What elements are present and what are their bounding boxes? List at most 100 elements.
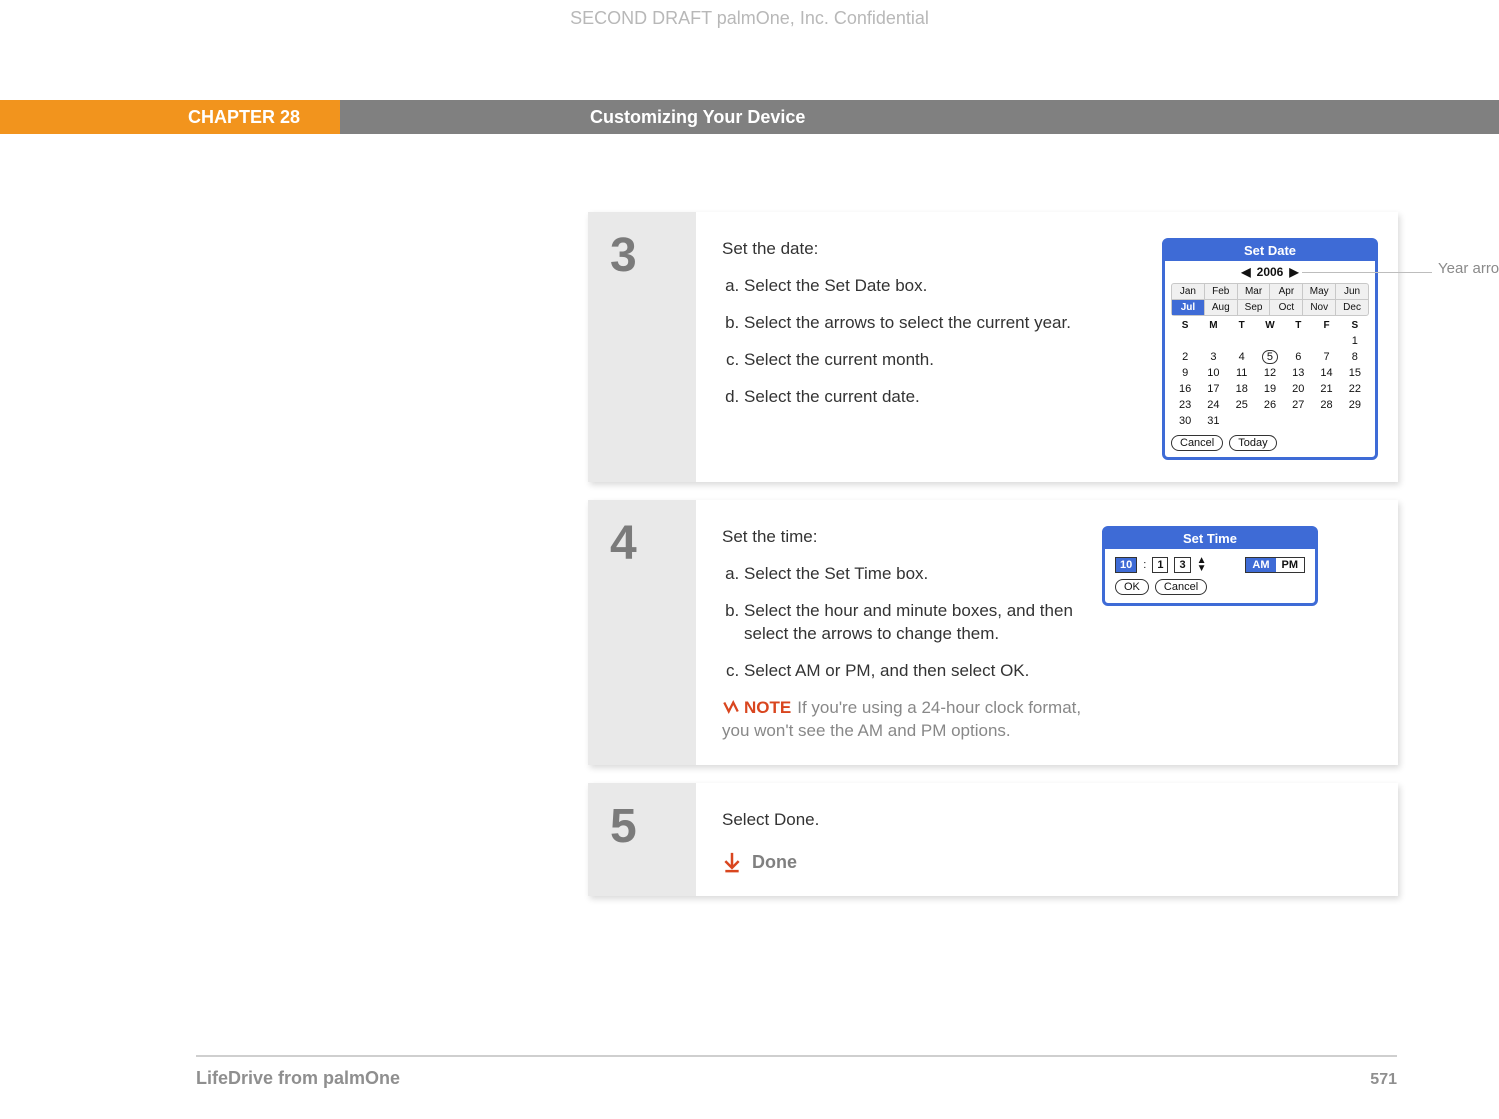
- step-heading: Select Done.: [722, 809, 1378, 832]
- month-grid: Jan Feb Mar Apr May Jun Jul Aug Sep Oct: [1171, 283, 1369, 316]
- am-segment[interactable]: AM: [1246, 558, 1275, 572]
- substep: Select the Set Date box.: [744, 275, 1142, 298]
- step-number: 4: [610, 520, 696, 568]
- day-cell: [1256, 333, 1284, 349]
- day-cell[interactable]: 16: [1171, 381, 1199, 397]
- day-cell[interactable]: 2: [1171, 349, 1199, 365]
- step-4: 4 Set the time: Select the Set Time box.…: [588, 500, 1398, 765]
- dow-header: M: [1199, 320, 1227, 333]
- step-substeps: Select the Set Date box. Select the arro…: [722, 275, 1142, 409]
- set-date-screenshot: Set Date ◀ 2006 ▶ Jan Feb Mar Apr May: [1162, 238, 1378, 460]
- day-cell[interactable]: 3: [1199, 349, 1227, 365]
- confidential-watermark: SECOND DRAFT palmOne, Inc. Confidential: [0, 8, 1499, 29]
- day-cell-today[interactable]: 5: [1256, 349, 1284, 365]
- day-cell[interactable]: 23: [1171, 397, 1199, 413]
- day-cell[interactable]: 25: [1228, 397, 1256, 413]
- dow-header: T: [1284, 320, 1312, 333]
- day-cell[interactable]: 8: [1341, 349, 1369, 365]
- time-spinner[interactable]: ▲ ▼: [1197, 557, 1207, 573]
- done-label: Done: [752, 850, 797, 874]
- month-cell[interactable]: Apr: [1270, 284, 1303, 300]
- chapter-title: Customizing Your Device: [340, 100, 1499, 134]
- step-text: Set the date: Select the Set Date box. S…: [722, 238, 1142, 460]
- note: NOTEIf you're using a 24-hour clock form…: [722, 697, 1082, 743]
- day-cell[interactable]: 15: [1341, 365, 1369, 381]
- day-cell[interactable]: 19: [1256, 381, 1284, 397]
- day-cell: [1312, 413, 1340, 429]
- day-cell[interactable]: 22: [1341, 381, 1369, 397]
- cancel-button[interactable]: Cancel: [1155, 579, 1207, 595]
- day-cell[interactable]: 11: [1228, 365, 1256, 381]
- day-cell[interactable]: 7: [1312, 349, 1340, 365]
- day-cell[interactable]: 30: [1171, 413, 1199, 429]
- day-cell[interactable]: 9: [1171, 365, 1199, 381]
- day-cell[interactable]: 4: [1228, 349, 1256, 365]
- day-cell[interactable]: 1: [1341, 333, 1369, 349]
- today-button[interactable]: Today: [1229, 435, 1276, 451]
- day-cell[interactable]: 13: [1284, 365, 1312, 381]
- time-colon: :: [1143, 559, 1146, 571]
- day-cell[interactable]: 18: [1228, 381, 1256, 397]
- step-heading: Set the time:: [722, 526, 1082, 549]
- day-cell[interactable]: 31: [1199, 413, 1227, 429]
- minute-ones-field[interactable]: 3: [1174, 557, 1190, 573]
- footer-product: LifeDrive from palmOne: [196, 1068, 400, 1089]
- day-cell[interactable]: 10: [1199, 365, 1227, 381]
- step-number: 5: [610, 803, 696, 851]
- year-arrows-callout: Year arrows: [1438, 260, 1499, 278]
- step-number-col: 3: [588, 212, 696, 482]
- day-cell[interactable]: 24: [1199, 397, 1227, 413]
- step-number-col: 4: [588, 500, 696, 765]
- day-cell: [1256, 413, 1284, 429]
- pm-segment[interactable]: PM: [1276, 558, 1305, 572]
- year-value: 2006: [1257, 265, 1284, 279]
- month-cell-selected[interactable]: Jul: [1172, 300, 1205, 315]
- substep: Select the current date.: [744, 386, 1142, 409]
- day-cell[interactable]: 20: [1284, 381, 1312, 397]
- substep: Select AM or PM, and then select OK.: [744, 660, 1082, 683]
- done-arrow-icon: [722, 851, 742, 873]
- day-cell[interactable]: 29: [1341, 397, 1369, 413]
- dow-header: W: [1256, 320, 1284, 333]
- day-cell: [1199, 333, 1227, 349]
- substep: Select the current month.: [744, 349, 1142, 372]
- spinner-down-icon[interactable]: ▼: [1197, 565, 1207, 573]
- day-cell[interactable]: 6: [1284, 349, 1312, 365]
- day-cell[interactable]: 17: [1199, 381, 1227, 397]
- set-time-dialog: Set Time 10 : 1 3 ▲ ▼ AM PM: [1102, 526, 1318, 606]
- day-cell: [1171, 333, 1199, 349]
- day-cell: [1312, 333, 1340, 349]
- month-cell[interactable]: Dec: [1336, 300, 1368, 315]
- day-cell[interactable]: 14: [1312, 365, 1340, 381]
- dow-header: S: [1341, 320, 1369, 333]
- day-cell[interactable]: 26: [1256, 397, 1284, 413]
- chapter-label: CHAPTER 28: [0, 100, 340, 134]
- step-text: Select Done. Done: [722, 809, 1378, 874]
- ok-button[interactable]: OK: [1115, 579, 1149, 595]
- day-cell[interactable]: 12: [1256, 365, 1284, 381]
- set-time-title: Set Time: [1105, 529, 1315, 549]
- month-cell[interactable]: Oct: [1270, 300, 1303, 315]
- minute-tens-field[interactable]: 1: [1152, 557, 1168, 573]
- day-cell[interactable]: 28: [1312, 397, 1340, 413]
- step-5: 5 Select Done. Done: [588, 783, 1398, 896]
- month-cell[interactable]: Mar: [1238, 284, 1271, 300]
- substep: Select the hour and minute boxes, and th…: [744, 600, 1082, 646]
- month-cell[interactable]: Aug: [1205, 300, 1238, 315]
- day-cell: [1284, 413, 1312, 429]
- cancel-button[interactable]: Cancel: [1171, 435, 1223, 451]
- month-cell[interactable]: Nov: [1303, 300, 1336, 315]
- dow-header: T: [1228, 320, 1256, 333]
- month-cell[interactable]: Jan: [1172, 284, 1205, 300]
- month-cell[interactable]: Feb: [1205, 284, 1238, 300]
- day-cell[interactable]: 27: [1284, 397, 1312, 413]
- month-cell[interactable]: May: [1303, 284, 1336, 300]
- month-cell[interactable]: Jun: [1336, 284, 1368, 300]
- year-next-icon[interactable]: ▶: [1289, 265, 1298, 279]
- hour-field[interactable]: 10: [1115, 557, 1137, 573]
- day-cell[interactable]: 21: [1312, 381, 1340, 397]
- month-cell[interactable]: Sep: [1238, 300, 1271, 315]
- footer-rule: [196, 1055, 1397, 1057]
- year-prev-icon[interactable]: ◀: [1241, 265, 1250, 279]
- ampm-toggle[interactable]: AM PM: [1245, 557, 1305, 573]
